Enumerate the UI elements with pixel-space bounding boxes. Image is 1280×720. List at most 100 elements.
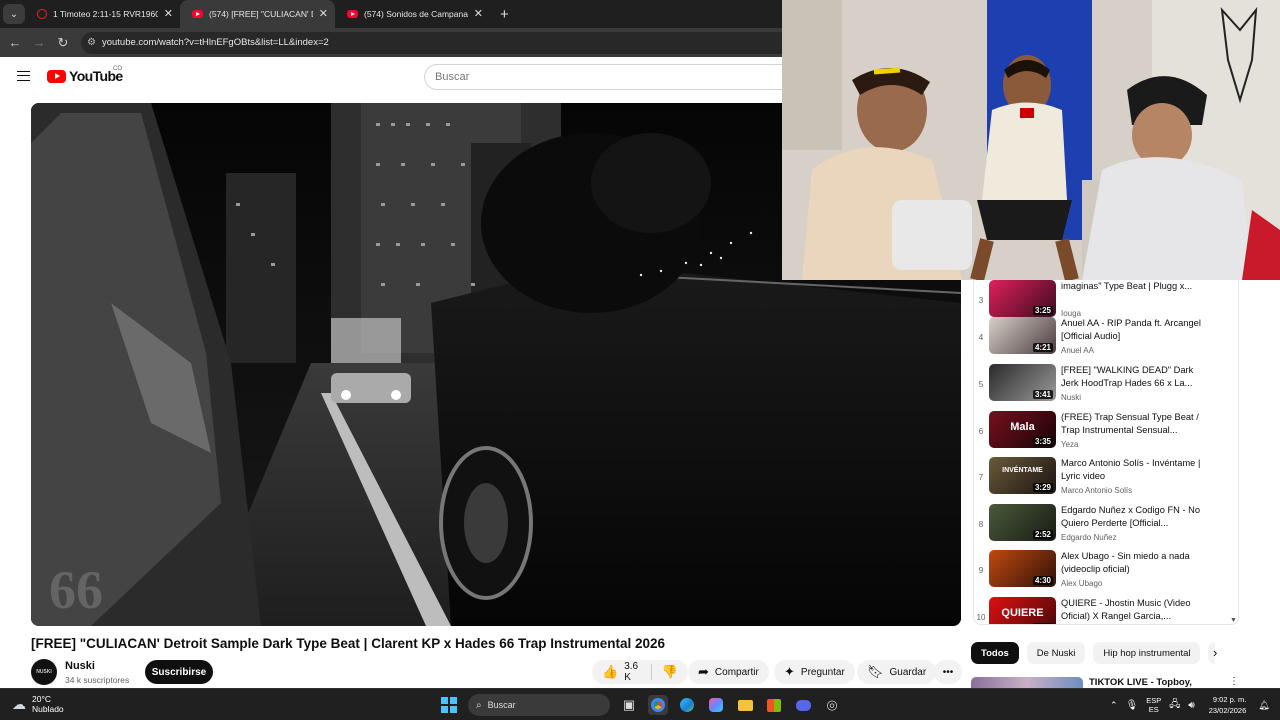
- playlist-item[interactable]: 6 Mala 3:35 (FREE) Trap Sensual Type Beat /…: [974, 411, 1236, 457]
- youtube-search-input[interactable]: Buscar: [424, 64, 794, 90]
- youtube-logo[interactable]: YouTube CO: [47, 66, 123, 84]
- more-icon: •••: [942, 666, 954, 678]
- playlist-channel[interactable]: Nuski: [1061, 393, 1081, 402]
- chevron-right-icon[interactable]: ›: [1213, 645, 1217, 660]
- taskbar-search[interactable]: ⌕ Buscar: [468, 694, 610, 716]
- playlist-thumbnail[interactable]: 3:25: [989, 280, 1056, 317]
- divider: [651, 664, 652, 680]
- chevron-up-icon[interactable]: ⌃: [1110, 700, 1118, 711]
- more-vert-icon[interactable]: ⋮: [1229, 676, 1239, 687]
- playlist-thumbnail[interactable]: 4:21: [989, 317, 1056, 354]
- discord-icon[interactable]: [793, 695, 813, 715]
- playlist-title[interactable]: [FREE] "WALKING DEAD" Dark Jerk HoodTrap…: [1061, 364, 1201, 390]
- playlist-channel[interactable]: Marco Antonio Solís: [1061, 486, 1132, 495]
- like-count[interactable]: 3.6 K: [624, 661, 641, 683]
- microphone-icon[interactable]: 🎙︎: [1126, 700, 1139, 711]
- playlist-title[interactable]: (FREE) Trap Sensual Type Beat / Trap Ins…: [1061, 411, 1201, 437]
- bookmark-icon: 🔖︎: [867, 664, 884, 679]
- back-arrow-icon[interactable]: ←: [3, 35, 27, 50]
- volume-icon[interactable]: 🔊︎: [1188, 700, 1194, 711]
- playlist-item[interactable]: 7 INVÉNTAME 3:29 Marco Antonio Solís - Invé…: [974, 457, 1236, 503]
- chip-todos[interactable]: Todos: [971, 642, 1019, 664]
- thumbnail-text: QUIERE: [1001, 607, 1044, 619]
- playlist-item[interactable]: 4 4:21 Anuel AA - RIP Panda ft. Arcangel […: [974, 317, 1236, 363]
- playlist-index: 9: [978, 566, 984, 575]
- file-explorer-icon[interactable]: [735, 695, 755, 715]
- steam-icon[interactable]: ◎: [822, 695, 842, 715]
- playlist-index: 5: [978, 380, 984, 389]
- playlist-thumbnail[interactable]: QUIERE 4:17: [989, 597, 1056, 624]
- browser-tab-bible[interactable]: 1 Timoteo 2:11-15 RVR1960 - L ✕: [25, 0, 180, 28]
- notification-bell-icon[interactable]: 🔔︎: [1258, 700, 1269, 711]
- playlist-item[interactable]: 5 3:41 [FREE] "WALKING DEAD" Dark Jerk Hoo…: [974, 364, 1236, 410]
- duration-badge: 3:41: [1032, 390, 1053, 399]
- playlist-index: 10: [976, 613, 986, 622]
- playlist-title[interactable]: Alex Ubago - Sin miedo a nada (videoclip…: [1061, 550, 1201, 576]
- windows-start-icon[interactable]: [439, 695, 459, 715]
- playlist-title[interactable]: Anuel AA - RIP Panda ft. Arcangel [Offic…: [1061, 317, 1201, 343]
- copilot-icon[interactable]: [706, 695, 726, 715]
- taskbar-search-placeholder: Buscar: [487, 700, 516, 710]
- chrome-icon[interactable]: [648, 695, 668, 715]
- playlist-title[interactable]: QUIERE - Jhostin Music (Video Oficial) X…: [1061, 597, 1201, 623]
- menu-icon[interactable]: [17, 71, 30, 81]
- microsoft-store-icon[interactable]: [764, 695, 784, 715]
- weather-widget[interactable]: ☁ 20°C Nublado: [12, 694, 64, 714]
- address-bar-row: ← → ↻ ⚙ youtube.com/watch?v=tHlnEFgOBts&…: [0, 28, 782, 57]
- related-video-item[interactable]: TIKTOK LIVE - Topboy, ⋮: [971, 676, 1271, 688]
- thumbnail-text: INVÉNTAME: [1002, 467, 1043, 474]
- share-button[interactable]: ➦ Compartir: [688, 660, 769, 684]
- subscribe-button[interactable]: Suscribirse: [145, 660, 213, 684]
- task-view-icon[interactable]: ▣: [619, 695, 639, 715]
- playlist-title[interactable]: Edgardo Nuñez x Codigo FN - No Quiero Pe…: [1061, 504, 1201, 530]
- edge-icon[interactable]: [677, 695, 697, 715]
- new-tab-button[interactable]: +: [500, 6, 509, 23]
- playlist-channel[interactable]: Alex Ubago: [1061, 579, 1102, 588]
- thumbs-up-icon[interactable]: 👍: [602, 664, 618, 680]
- close-icon[interactable]: ✕: [319, 7, 328, 20]
- channel-name[interactable]: Nuski: [65, 660, 95, 672]
- playlist-thumbnail[interactable]: Mala 3:35: [989, 411, 1056, 448]
- save-button[interactable]: 🔖︎ Guardar: [857, 660, 937, 684]
- duration-badge: 3:25: [1032, 306, 1053, 315]
- close-icon[interactable]: ✕: [474, 7, 483, 20]
- more-actions-button[interactable]: •••: [934, 660, 962, 684]
- share-label: Compartir: [714, 666, 759, 678]
- playlist-item[interactable]: 8 2:52 Edgardo Nuñez x Codigo FN - No Quie…: [974, 504, 1236, 550]
- channel-avatar[interactable]: NUSKI: [31, 659, 57, 685]
- language-indicator[interactable]: ESP ES: [1146, 696, 1161, 714]
- system-clock[interactable]: 9:02 p. m. 23/02/2026: [1209, 694, 1247, 716]
- playlist-channel[interactable]: Edgardo Nuñez: [1061, 533, 1117, 542]
- playlist-title[interactable]: imaginas" Type Beat | Plugg x...: [1061, 280, 1201, 293]
- playlist-thumbnail[interactable]: 3:41: [989, 364, 1056, 401]
- playlist-thumbnail[interactable]: 2:52: [989, 504, 1056, 541]
- playlist-channel[interactable]: Anuel AA: [1061, 346, 1094, 355]
- youtube-icon: [347, 10, 358, 18]
- scroll-down-arrow-icon[interactable]: ▼: [1230, 617, 1237, 624]
- playlist-item[interactable]: 10 QUIERE 4:17 QUIERE - Jhostin Music (Vide…: [974, 597, 1236, 624]
- related-video-title[interactable]: TIKTOK LIVE - Topboy,: [1089, 677, 1192, 688]
- site-info-icon[interactable]: ⚙: [87, 37, 96, 48]
- chip-de-nuski[interactable]: De Nuski: [1026, 642, 1086, 664]
- playlist-item[interactable]: 9 4:30 Alex Ubago - Sin miedo a nada (vide…: [974, 550, 1236, 596]
- url-field[interactable]: ⚙ youtube.com/watch?v=tHlnEFgOBts&list=L…: [81, 31, 782, 54]
- reload-icon[interactable]: ↻: [51, 35, 75, 51]
- video-title: [FREE] "CULIACAN' Detroit Sample Dark Ty…: [31, 636, 666, 651]
- forward-arrow-icon[interactable]: →: [27, 35, 51, 50]
- ask-button[interactable]: ✦ Preguntar: [774, 660, 855, 684]
- playlist-thumbnail[interactable]: 4:30: [989, 550, 1056, 587]
- duration-badge: 3:35: [1032, 437, 1053, 446]
- chip-hip-hop[interactable]: Hip hop instrumental: [1093, 642, 1201, 664]
- close-icon[interactable]: ✕: [164, 7, 173, 20]
- related-video-thumbnail[interactable]: [971, 677, 1083, 688]
- playlist-thumbnail[interactable]: INVÉNTAME 3:29: [989, 457, 1056, 494]
- thumbs-down-icon[interactable]: 👎: [662, 664, 678, 680]
- ask-label: Preguntar: [800, 666, 845, 678]
- playlist-index: 7: [978, 473, 984, 482]
- network-icon[interactable]: 🖧: [1169, 697, 1180, 714]
- playlist-channel[interactable]: Yeza: [1061, 440, 1079, 449]
- browser-tab-culiacan[interactable]: (574) [FREE] "CULIACAN' Detroi ✕: [180, 0, 335, 28]
- tab-search-button[interactable]: ⌄: [3, 4, 25, 24]
- playlist-title[interactable]: Marco Antonio Solís - Invéntame | Lyric …: [1061, 457, 1201, 483]
- browser-tab-campanas[interactable]: (574) Sonidos de Campanas de ✕: [335, 0, 490, 28]
